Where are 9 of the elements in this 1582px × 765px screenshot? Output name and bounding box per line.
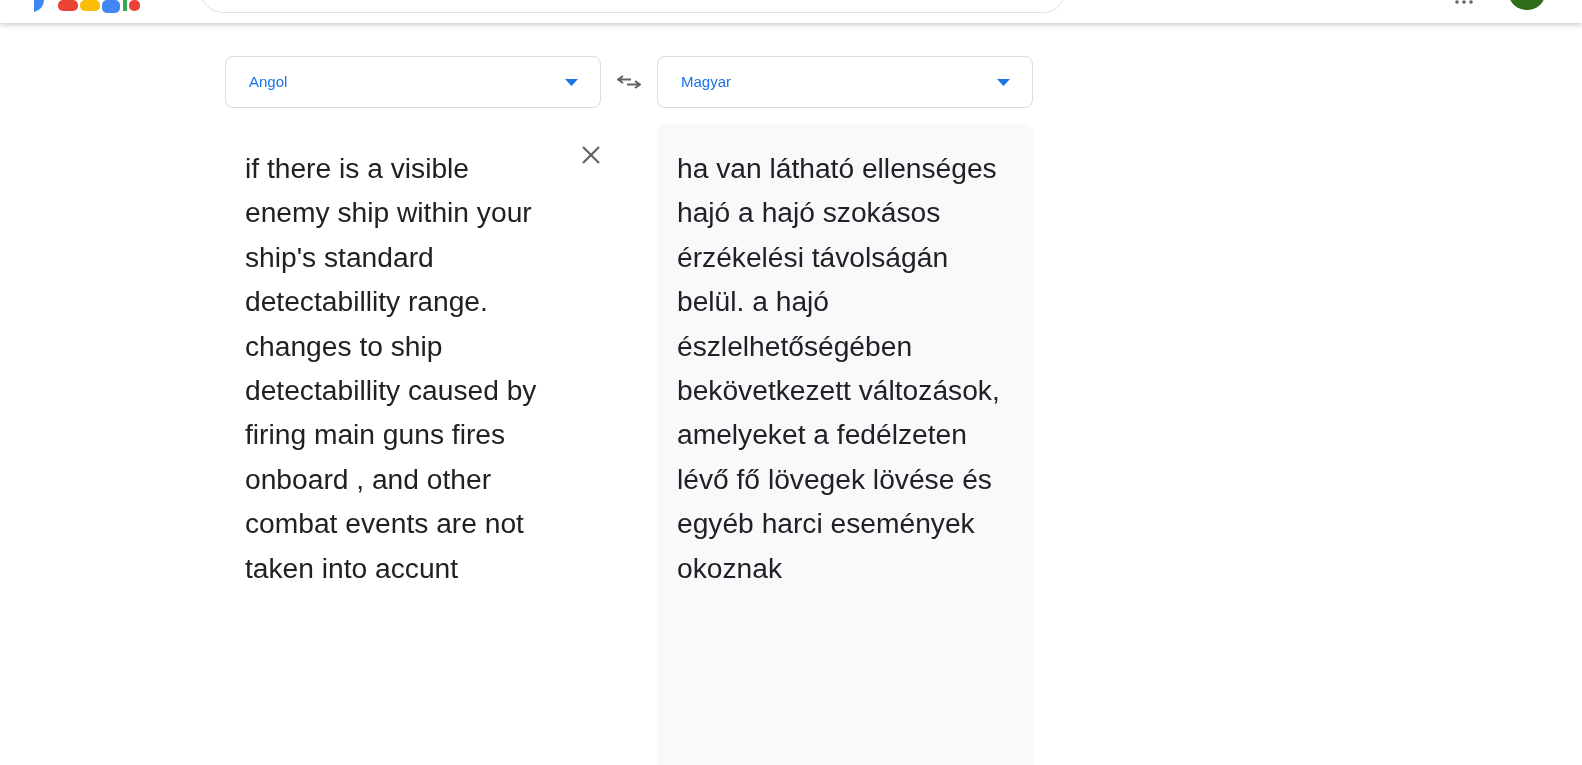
swap-icon[interactable] [617,74,641,90]
caret-icon [997,78,1010,86]
logo-icon [34,0,140,13]
caret-icon [565,78,578,86]
translation-text: ha van látható ellenséges hajó a hajó szokásos érzékelési távolságán belül. a hajó észlelhetőségében bekövetkezett változások, amelyeket a fedélzeten lévő fő lövegek lövése és egyéb harci események okoznak [677,151,1001,586]
language-dropdown[interactable]: Magyar [657,56,1033,108]
language-dropdown[interactable]: Angol [225,56,601,108]
source-text[interactable]: if there is a visible enemy ship within your ship's standard detectabillity range. changes to ship detectabillity caused by firing main guns fires onboard , and other combat events are not taken into accunt [245,146,540,591]
apps-icon[interactable] [1455,0,1473,4]
